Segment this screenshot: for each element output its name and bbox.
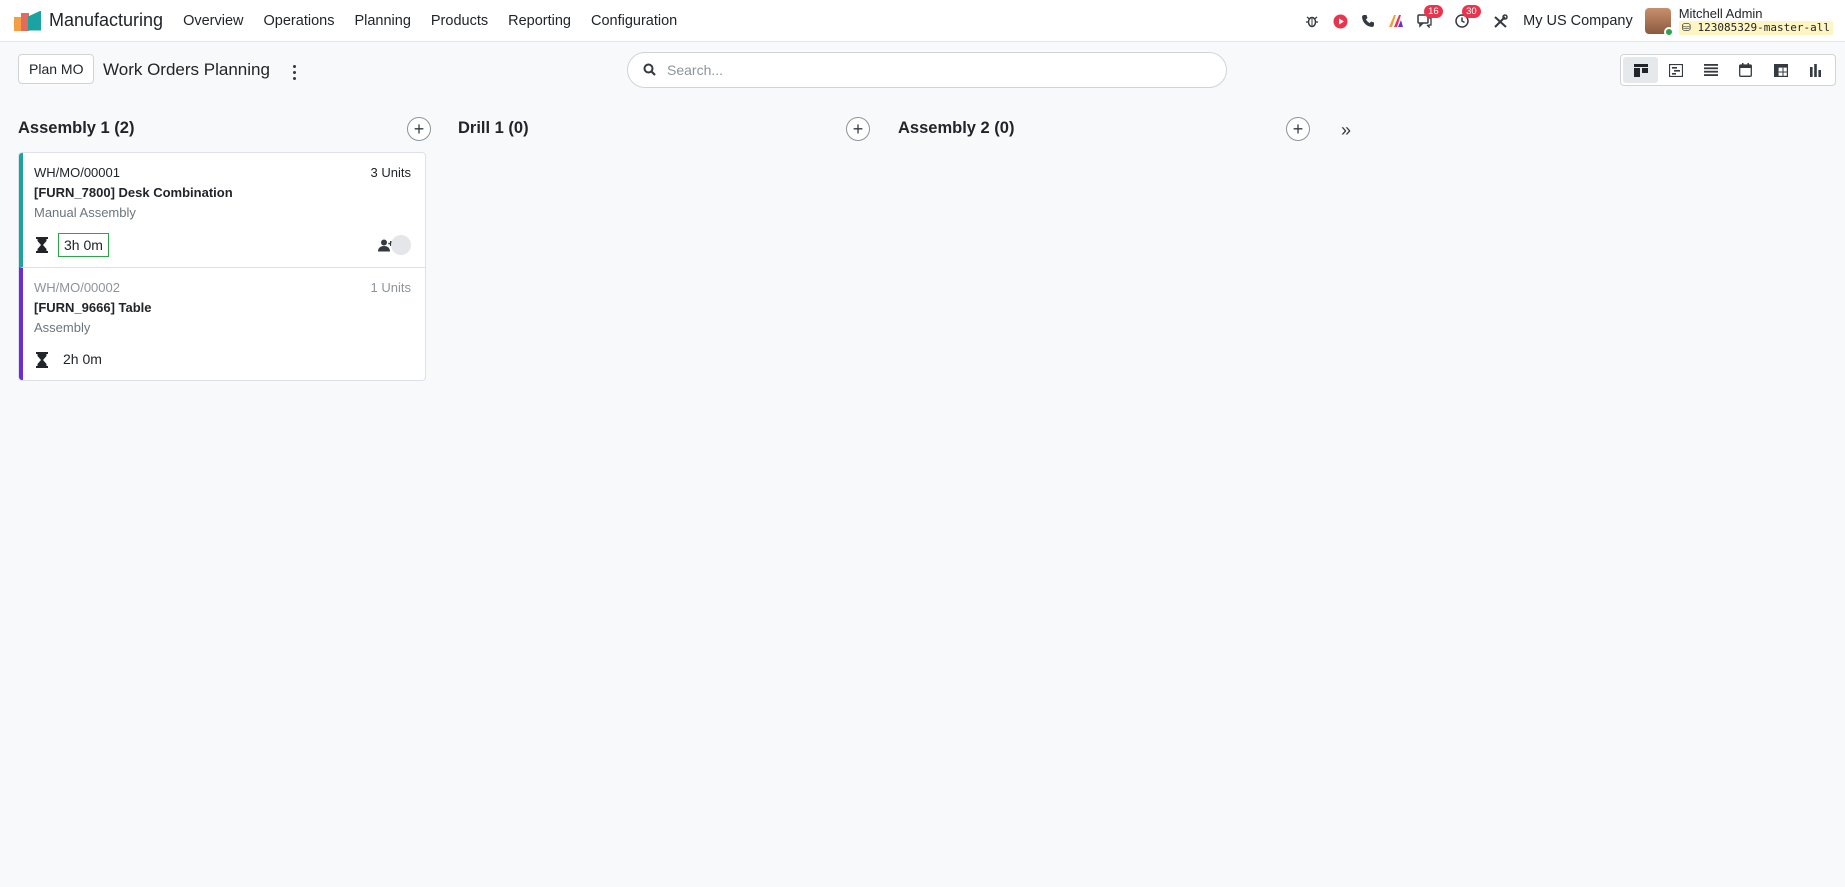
work-order-card[interactable]: WH/MO/00002 1 Units [FURN_9666] Table As… (19, 267, 425, 380)
work-order-product: [FURN_7800] Desk Combination (34, 185, 233, 200)
record-video-icon[interactable] (1327, 8, 1353, 34)
work-order-card[interactable]: WH/MO/00001 3 Units [FURN_7800] Desk Com… (19, 153, 425, 267)
messages-badge: 16 (1424, 5, 1443, 18)
calendar-view-icon[interactable] (1728, 57, 1763, 83)
work-order-reference: WH/MO/00001 (34, 165, 120, 180)
graph-view-icon[interactable] (1798, 57, 1833, 83)
work-order-reference: WH/MO/00002 (34, 280, 120, 295)
control-panel: Plan MO Work Orders Planning (0, 42, 1845, 100)
app-name[interactable]: Manufacturing (49, 10, 163, 31)
gantt-view-icon[interactable] (1658, 57, 1693, 83)
main-navbar: Manufacturing Overview Operations Planni… (0, 0, 1845, 42)
assign-user-button[interactable] (378, 235, 411, 255)
column-title[interactable]: Assembly 2 (0) (898, 119, 1014, 138)
online-status-icon (1663, 27, 1674, 37)
ai-assistant-icon[interactable] (1383, 8, 1409, 34)
folded-columns-icon[interactable]: » (1341, 120, 1351, 141)
column-title[interactable]: Drill 1 (0) (458, 119, 529, 138)
menu-operations[interactable]: Operations (264, 13, 335, 29)
column-header: Drill 1 (0) + (458, 100, 874, 158)
menu-overview[interactable]: Overview (183, 13, 243, 29)
menu-planning[interactable]: Planning (354, 13, 410, 29)
search-input[interactable] (667, 62, 1187, 78)
menu-products[interactable]: Products (431, 13, 488, 29)
add-card-icon[interactable]: + (1286, 117, 1310, 141)
manufacturing-logo-icon (14, 10, 41, 31)
database-icon: ⛁ (1681, 21, 1698, 34)
activities-clock-icon[interactable]: 30 (1449, 5, 1481, 34)
debug-bug-icon[interactable] (1299, 8, 1325, 34)
user-menu[interactable]: Mitchell Admin ⛁ 123085329-master-all (1678, 6, 1833, 35)
kanban-view-icon[interactable] (1623, 57, 1658, 83)
plan-mo-button[interactable]: Plan MO (18, 54, 95, 84)
phone-icon[interactable] (1355, 8, 1381, 34)
hourglass-icon (36, 352, 48, 368)
tools-icon[interactable] (1487, 8, 1513, 34)
menu-reporting[interactable]: Reporting (508, 13, 571, 29)
kanban-column-drill-1: Drill 1 (0) + (458, 100, 874, 158)
search-bar[interactable] (627, 52, 1227, 88)
user-name: Mitchell Admin (1678, 6, 1763, 21)
view-switcher (1620, 54, 1836, 86)
pivot-view-icon[interactable] (1763, 57, 1798, 83)
column-header: Assembly 2 (0) + (898, 100, 1314, 158)
kanban-column-assembly-2: Assembly 2 (0) + (898, 100, 1314, 158)
work-order-quantity: 3 Units (370, 165, 411, 180)
kanban-column-assembly-1: Assembly 1 (2) + (18, 100, 434, 158)
systray: 16 30 My US Company Mitchell Admin ⛁ 123… (1299, 0, 1845, 42)
work-order-duration: 2h 0m (63, 351, 102, 367)
menu-configuration[interactable]: Configuration (591, 13, 677, 29)
empty-avatar (391, 235, 411, 255)
database-name: ⛁ 123085329-master-all (1678, 21, 1833, 35)
hourglass-icon (36, 237, 48, 253)
work-order-duration: 3h 0m (58, 233, 109, 257)
activities-badge: 30 (1462, 5, 1481, 18)
work-order-product: [FURN_9666] Table (34, 300, 152, 315)
user-avatar[interactable] (1644, 8, 1674, 37)
work-order-workcenter: Assembly (34, 320, 91, 335)
card-list: WH/MO/00001 3 Units [FURN_7800] Desk Com… (18, 152, 426, 381)
work-order-quantity: 1 Units (370, 280, 411, 295)
work-order-workcenter: Manual Assembly (34, 205, 136, 220)
search-icon (643, 63, 657, 77)
list-view-icon[interactable] (1693, 57, 1728, 83)
company-switcher[interactable]: My US Company (1523, 13, 1633, 29)
add-card-icon[interactable]: + (846, 117, 870, 141)
messages-icon[interactable]: 16 (1411, 5, 1443, 34)
page-title: Work Orders Planning (103, 60, 270, 79)
column-title[interactable]: Assembly 1 (2) (18, 119, 134, 138)
column-header: Assembly 1 (2) + (18, 100, 434, 158)
actions-menu-icon[interactable] (288, 62, 300, 82)
app-brand[interactable]: Manufacturing (14, 10, 183, 31)
add-card-icon[interactable]: + (407, 117, 431, 141)
main-menu: Overview Operations Planning Products Re… (183, 13, 697, 29)
